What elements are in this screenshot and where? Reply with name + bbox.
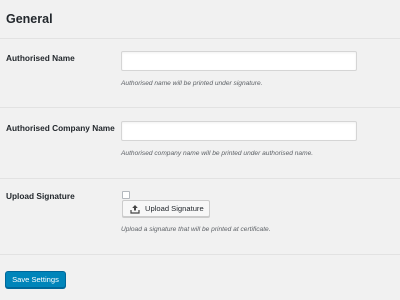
authorised-name-input[interactable] <box>121 51 357 71</box>
upload-icon <box>130 204 140 214</box>
upload-signature-description: Upload a signature that will be printed … <box>121 226 271 233</box>
divider <box>0 107 400 108</box>
divider <box>0 38 400 39</box>
authorised-name-label: Authorised Name <box>6 53 75 63</box>
upload-signature-button-label: Upload Signature <box>145 204 204 213</box>
upload-signature-button[interactable]: Upload Signature <box>122 200 210 217</box>
authorised-company-name-label: Authorised Company Name <box>6 123 115 133</box>
upload-signature-label: Upload Signature <box>6 191 75 201</box>
authorised-name-description: Authorised name will be printed under si… <box>121 80 263 87</box>
divider <box>0 178 400 179</box>
save-settings-button[interactable]: Save Settings <box>5 271 66 288</box>
divider <box>0 254 400 255</box>
section-title: General <box>6 12 53 26</box>
authorised-company-name-input[interactable] <box>121 121 357 141</box>
authorised-company-name-description: Authorised company name will be printed … <box>121 150 314 157</box>
upload-signature-checkbox[interactable] <box>122 191 130 199</box>
